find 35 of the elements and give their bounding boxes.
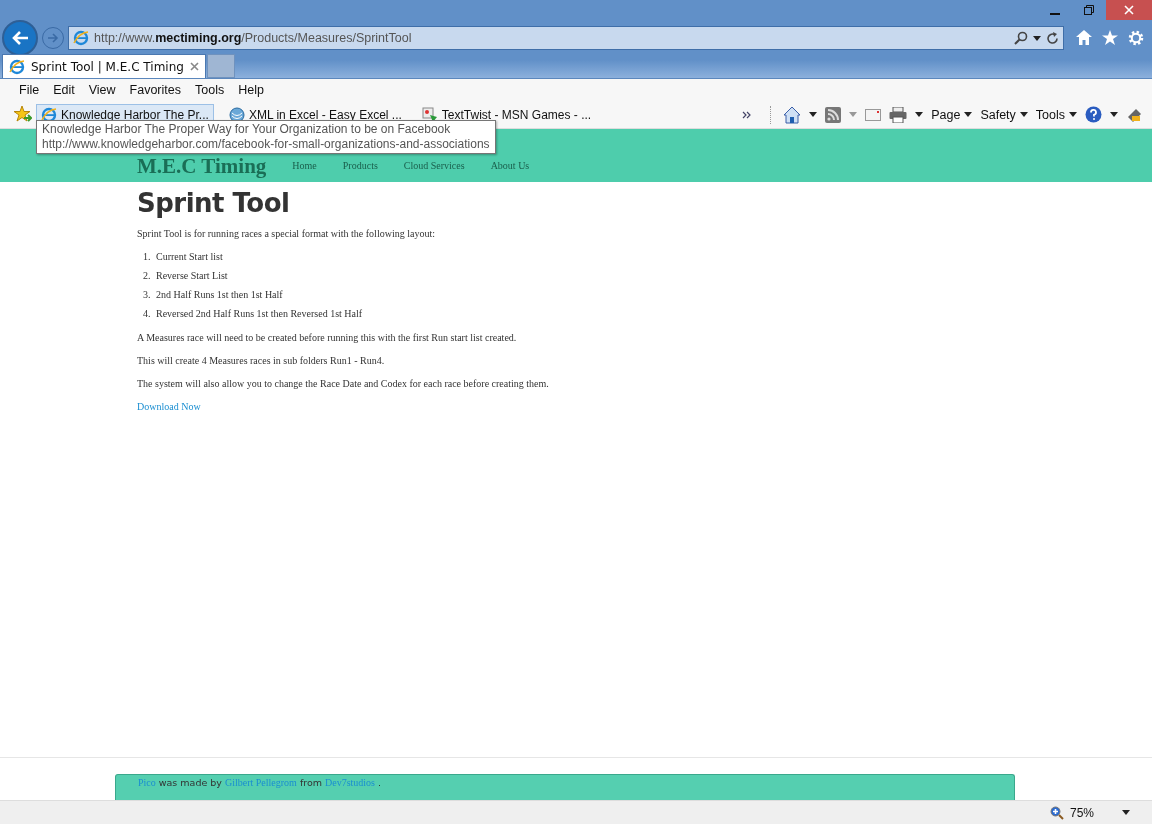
list-number: 4. xyxy=(143,308,152,320)
list-number: 2. xyxy=(143,270,152,282)
page-heading: Sprint Tool xyxy=(137,188,291,218)
footer-text: . xyxy=(378,777,382,788)
menu-item[interactable]: View xyxy=(81,83,123,97)
paragraph: The system will also allow you to change the Race Date and Codex for each race before creating them. xyxy=(137,378,550,389)
menu-item[interactable]: Edit xyxy=(46,83,82,97)
download-link[interactable]: Download Now xyxy=(137,401,201,412)
zoom-level[interactable]: 75% xyxy=(1069,805,1094,820)
list-item: Reverse Start List xyxy=(156,270,228,282)
browser-tab[interactable]: Sprint Tool | M.E.C Timing xyxy=(2,54,206,78)
command-menu[interactable]: Tools xyxy=(1035,107,1077,122)
footer-text: was made by xyxy=(158,777,222,788)
command-menu[interactable]: Page xyxy=(931,107,973,122)
list-number: 1. xyxy=(143,251,152,263)
list-number: 3. xyxy=(143,289,152,301)
menu-item[interactable]: Tools xyxy=(188,83,232,97)
intro-text: Sprint Tool is for running races a special format with the following layout: xyxy=(137,228,436,239)
menu-item[interactable]: Help xyxy=(231,83,271,97)
menu-item[interactable]: File xyxy=(12,83,47,97)
footer-text: from xyxy=(299,777,322,788)
list-item: Current Start list xyxy=(156,251,223,263)
tooltip-url: http://www.knowledgeharbor.com/facebook-for-small-organizations-and-associations xyxy=(42,137,490,152)
menu-item[interactable]: Favorites xyxy=(122,83,188,97)
site-nav-link[interactable]: Products xyxy=(342,160,378,171)
command-menu[interactable]: Safety xyxy=(980,107,1028,122)
list-item: Reversed 2nd Half Runs 1st then Reversed 1st Half xyxy=(156,308,363,320)
paragraph: A Measures race will need to be created before running this with the first Run start list created. xyxy=(137,332,518,343)
list-item: 2nd Half Runs 1st then 1st Half xyxy=(156,289,283,301)
site-nav-link[interactable]: About Us xyxy=(490,160,530,171)
url-text: http://www.mectiming.org/Products/Measures/SprintTool xyxy=(94,31,413,45)
address-bar[interactable]: http://www.mectiming.org/Products/Measures/SprintTool xyxy=(68,26,1064,50)
site-nav-link[interactable]: Home xyxy=(292,160,317,171)
paragraph: This will create 4 Measures races in sub folders Run1 - Run4. xyxy=(137,355,386,366)
site-nav-link[interactable]: Cloud Services xyxy=(403,160,465,171)
